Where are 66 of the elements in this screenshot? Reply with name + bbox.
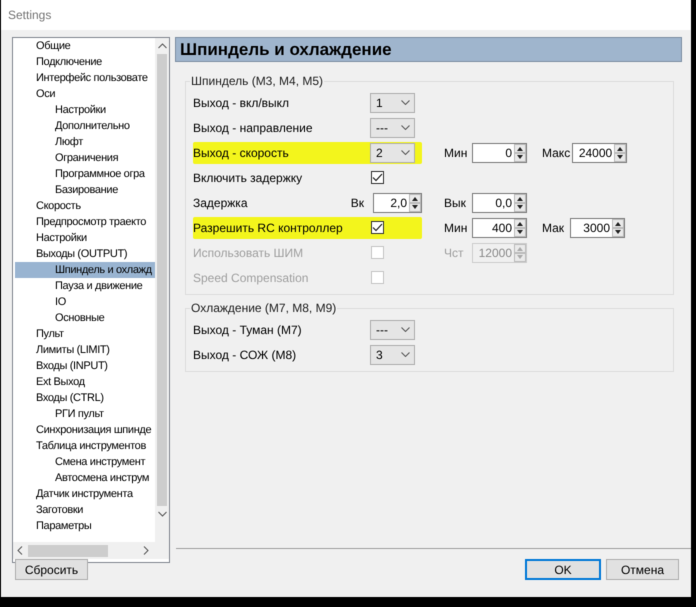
tree-item[interactable]: Настройки [15, 230, 155, 246]
field-label: Чст [444, 246, 464, 260]
tree-item[interactable]: Входы (CTRL) [15, 390, 155, 406]
dropdown[interactable]: 1 [370, 92, 415, 112]
field-label: Вык [444, 196, 467, 210]
tree-item[interactable]: Выходы (OUTPUT) [15, 246, 155, 262]
tree-item[interactable]: Оси [15, 86, 155, 102]
field-label: Вк [350, 196, 366, 210]
tree-item[interactable]: Предпросмотр траекто [15, 214, 155, 230]
tree-item[interactable]: Дополнительно [15, 118, 155, 134]
field-label: Выход - Туман (M7) [193, 322, 303, 336]
tree-item[interactable]: Таблица инструментов [15, 438, 155, 454]
tree-item[interactable]: Шпиндель и охлажд [15, 262, 155, 278]
tree-item[interactable]: Общие [15, 38, 155, 54]
tree-item[interactable]: Скорость [15, 198, 155, 214]
field-label: Мин [444, 220, 468, 234]
tree-item[interactable]: IO [15, 294, 155, 310]
tree-item[interactable]: Заготовки [15, 502, 155, 518]
tree-item[interactable]: Основные [15, 310, 155, 326]
tree-item[interactable]: Автосмена инструм [15, 470, 155, 486]
field-label: Макс [542, 146, 570, 160]
tree-item[interactable]: Параметры [15, 518, 155, 534]
reset-button[interactable]: Сбросить [15, 559, 88, 580]
field-label: Разрешить RC контроллер [193, 220, 344, 234]
group-title: Шпиндель (M3, M4, M5) [190, 74, 324, 88]
tree-item[interactable]: Лимиты (LIMIT) [15, 342, 155, 358]
tree-item[interactable]: Люфт [15, 134, 155, 150]
tree-item[interactable]: Синхронизация шпинде [15, 422, 155, 438]
tree-item[interactable]: Пульт [15, 326, 155, 342]
tree-item[interactable]: Интерфейс пользовате [15, 70, 155, 86]
tree-item[interactable]: Ext Выход [15, 374, 155, 390]
dropdown[interactable]: 2 [370, 142, 415, 162]
section-title: Шпиндель и охлаждение [180, 40, 392, 60]
number-spinner[interactable]: 400 [472, 218, 527, 238]
field-label: Выход - вкл/выкл [193, 96, 290, 110]
number-spinner[interactable]: 24000 [572, 142, 628, 162]
dropdown[interactable]: --- [370, 320, 415, 340]
group-title: Охлаждение (M7, M8, M9) [190, 301, 338, 315]
tree-item[interactable]: РГИ пульт [15, 406, 155, 422]
tree-item[interactable]: Подключение [15, 54, 155, 70]
field-label: Включить задержку [193, 170, 304, 184]
tree-item[interactable]: Смена инструмент [15, 454, 155, 470]
tree-item[interactable]: Ограничения [15, 150, 155, 166]
number-spinner[interactable]: 0,0 [472, 192, 527, 212]
tree-item[interactable]: Пауза и движение [15, 278, 155, 294]
field-label: Выход - направление [193, 120, 314, 134]
field-label: Использовать ШИМ [193, 246, 304, 260]
ok-button[interactable]: OK [525, 559, 601, 580]
tree-item[interactable]: Настройки [15, 102, 155, 118]
field-label: Мак [542, 220, 566, 234]
tree-item[interactable]: Базирование [15, 182, 155, 198]
number-spinner[interactable]: 3000 [570, 218, 625, 238]
dropdown[interactable]: 3 [370, 344, 415, 364]
field-label: Выход - СОЖ (M8) [193, 348, 298, 362]
tree-item[interactable]: Датчик инструмента [15, 486, 155, 502]
number-spinner[interactable]: 0 [472, 142, 527, 162]
field-label: Мин [444, 146, 468, 160]
field-label: Выход - скорость [193, 146, 290, 160]
window-title: Settings [8, 8, 52, 22]
dropdown[interactable]: --- [370, 118, 415, 138]
number-spinner[interactable]: 2,0 [372, 192, 422, 212]
cancel-button[interactable]: Отмена [606, 559, 679, 580]
tree-item[interactable]: Программное огра [15, 166, 155, 182]
field-label: Speed Compensation [193, 270, 310, 284]
tree-item[interactable]: Входы (INPUT) [15, 358, 155, 374]
field-label: Задержка [193, 196, 248, 210]
